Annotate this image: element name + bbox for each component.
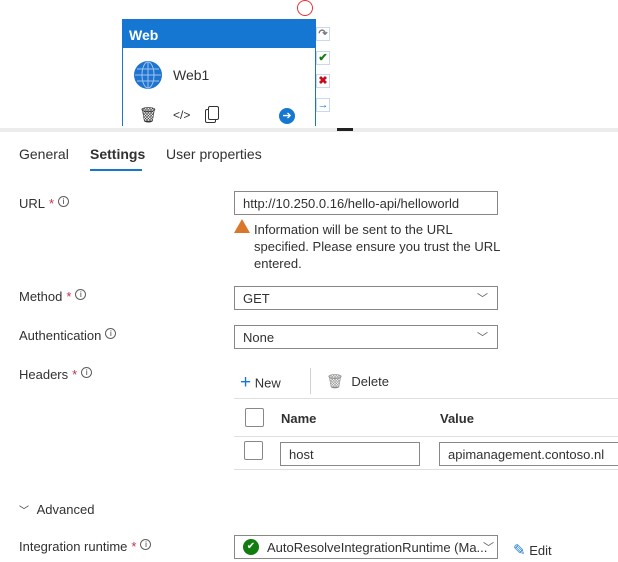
new-label: New [254, 375, 281, 391]
authentication-value: None [243, 330, 275, 345]
label-text: URL [19, 196, 46, 211]
required-marker: * [131, 539, 137, 554]
tab-user-properties[interactable]: User properties [166, 146, 262, 162]
method-value: GET [243, 291, 270, 306]
delete-icon[interactable]: 🗑 [139, 106, 158, 124]
chevron-down-icon: ﹀ [477, 293, 488, 305]
node-name: Web1 [173, 67, 210, 83]
url-warning: Information will be sent to the URL spec… [254, 222, 500, 271]
plus-icon: + [240, 372, 252, 393]
delete-header-button[interactable]: 🗑 Delete [326, 373, 389, 390]
table-header-border [234, 436, 618, 437]
edit-label: Edit [529, 543, 552, 558]
authentication-dropdown[interactable]: None ﹀ [234, 325, 498, 349]
headers-label: Headers * i [19, 367, 93, 382]
completion-icon[interactable]: → [316, 98, 330, 112]
globe-icon [133, 60, 163, 90]
header-name-input[interactable]: host [280, 442, 420, 466]
warning-icon [234, 219, 250, 233]
toolbar-divider [310, 368, 311, 394]
info-icon[interactable]: i [140, 539, 152, 550]
chevron-down-icon: ﹀ [19, 506, 29, 517]
panel-resize-bar[interactable] [0, 128, 618, 132]
label-text: Method [19, 289, 63, 304]
tab-general[interactable]: General [19, 146, 69, 162]
tab-underline [90, 169, 142, 171]
resize-handle[interactable] [337, 128, 353, 131]
authentication-label: Authentication i [19, 328, 117, 343]
info-icon[interactable]: i [58, 196, 70, 207]
column-header-value: Value [440, 411, 474, 426]
method-dropdown[interactable]: GET ﹀ [234, 286, 498, 310]
header-value-input[interactable]: apimanagement.contoso.nl [439, 442, 618, 466]
label-text: Integration runtime [19, 539, 128, 554]
required-marker: * [72, 367, 78, 382]
row-checkbox[interactable] [244, 441, 263, 460]
code-icon[interactable]: </> [173, 108, 190, 122]
arrow-right-icon[interactable]: ➔ [279, 108, 295, 124]
tab-settings[interactable]: Settings [90, 146, 145, 162]
node-title: Web [123, 20, 315, 48]
integration-runtime-label: Integration runtime * i [19, 539, 152, 554]
delete-label: Delete [351, 374, 389, 389]
required-marker: * [66, 289, 72, 304]
chevron-down-icon: ﹀ [477, 332, 488, 344]
delete-icon: 🗑 [326, 373, 344, 389]
node-error-indicator [297, 0, 313, 16]
column-header-name: Name [281, 411, 317, 426]
edit-button[interactable]: ✎ Edit [513, 541, 552, 559]
integration-runtime-dropdown[interactable]: ✔ AutoResolveIntegrationRuntime (Ma... ﹀ [234, 535, 498, 559]
advanced-label: Advanced [36, 502, 95, 517]
skip-icon[interactable]: ↷ [316, 27, 330, 41]
failure-icon[interactable]: ✖ [316, 74, 330, 88]
new-header-button[interactable]: + New [240, 372, 281, 394]
pencil-icon: ✎ [513, 542, 526, 559]
advanced-toggle[interactable]: ﹀ Advanced [19, 502, 94, 517]
method-label: Method * i [19, 289, 87, 304]
web-activity-node[interactable]: Web Web1 🗑 </> ➔ [122, 19, 316, 126]
select-all-checkbox[interactable] [245, 408, 264, 427]
required-marker: * [49, 196, 55, 211]
url-label: URL * i [19, 196, 70, 211]
info-icon[interactable]: i [81, 367, 93, 378]
url-input[interactable]: http://10.250.0.16/hello-api/helloworld [234, 191, 498, 215]
copy-icon[interactable] [208, 106, 219, 120]
label-text: Authentication [19, 328, 102, 343]
success-icon[interactable]: ✔ [316, 51, 330, 65]
table-bottom-border [234, 469, 618, 470]
success-check-icon: ✔ [243, 539, 259, 555]
info-icon[interactable]: i [75, 289, 87, 300]
chevron-down-icon: ﹀ [483, 542, 494, 554]
label-text: Headers [19, 367, 69, 382]
table-top-border [234, 398, 618, 399]
info-icon[interactable]: i [105, 328, 117, 339]
integration-runtime-value: AutoResolveIntegrationRuntime (Ma... [267, 540, 488, 555]
